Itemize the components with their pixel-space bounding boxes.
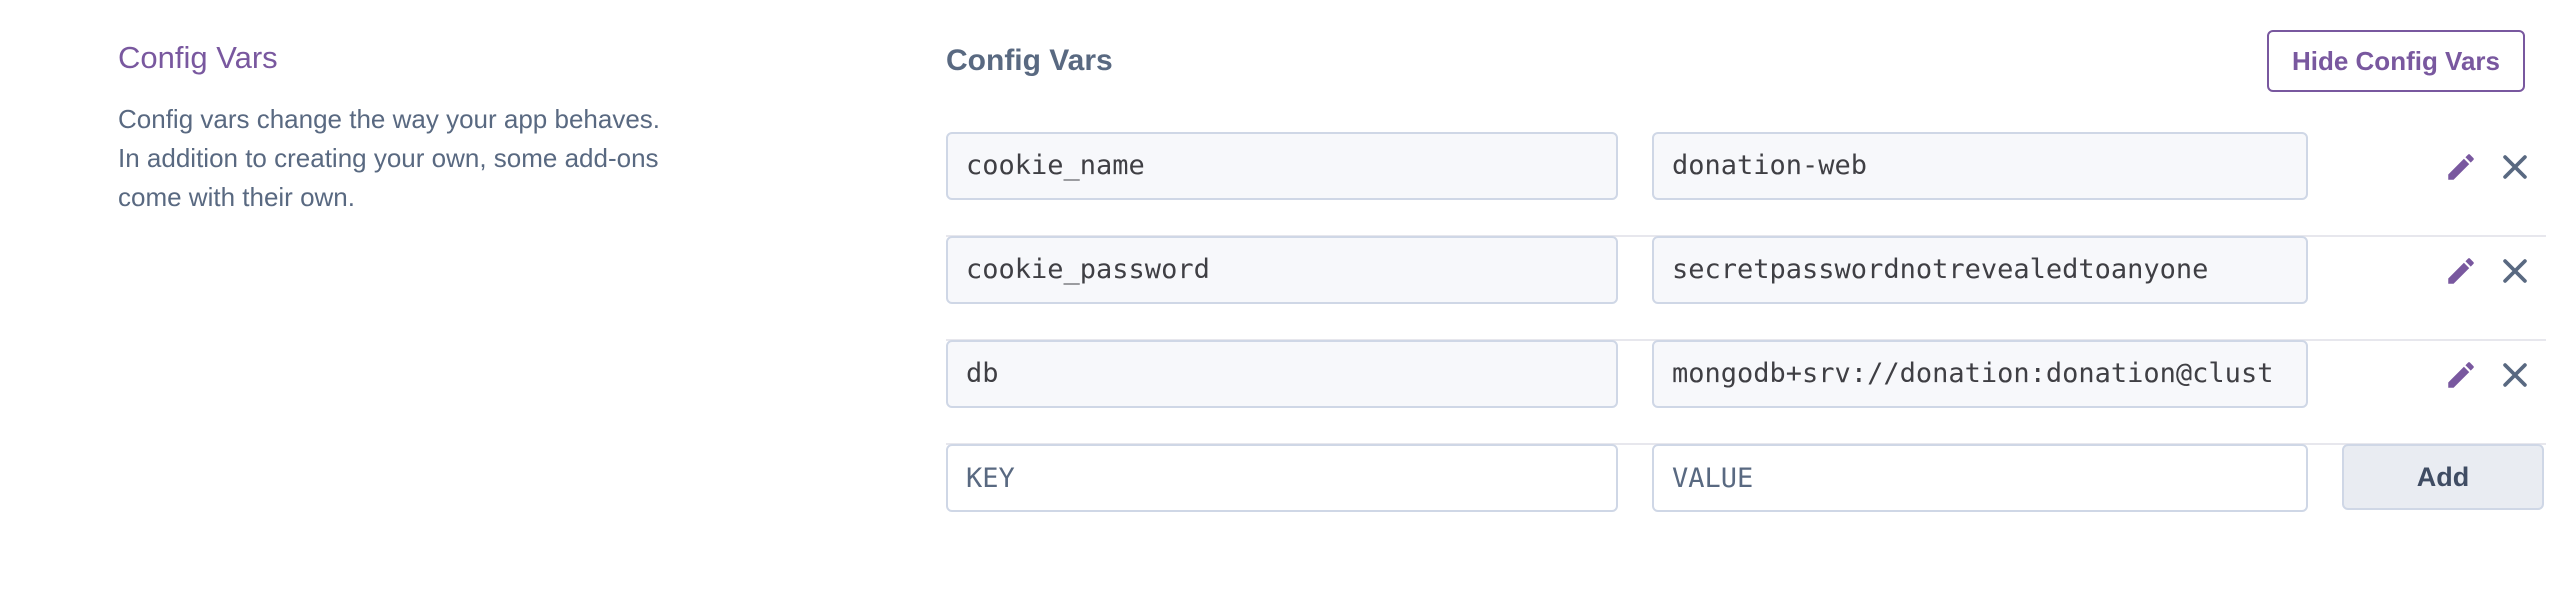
close-icon[interactable] [2498, 254, 2532, 288]
config-var-value[interactable]: mongodb+srv://donation:donation@clust [1652, 340, 2308, 408]
new-config-var-row: Add [946, 444, 2546, 547]
config-var-key[interactable]: cookie_name [946, 132, 1618, 200]
config-var-key[interactable]: db [946, 340, 1618, 408]
section-info: Config Vars Config vars change the way y… [118, 40, 718, 217]
config-var-value[interactable]: secretpasswordnotrevealedtoanyone [1652, 236, 2308, 304]
config-vars-settings: Config Vars Config vars change the way y… [0, 0, 2554, 592]
panel-title: Config Vars [946, 44, 1113, 77]
config-var-value[interactable]: donation-web [1652, 132, 2308, 200]
config-var-row: db mongodb+srv://donation:donation@clust [946, 340, 2546, 445]
new-key-input[interactable] [946, 444, 1618, 512]
config-var-row: cookie_password secretpasswordnotreveale… [946, 236, 2546, 341]
new-value-input[interactable] [1652, 444, 2308, 512]
config-var-row: cookie_name donation-web [946, 132, 2546, 237]
config-var-key[interactable]: cookie_password [946, 236, 1618, 304]
pencil-icon[interactable] [2444, 254, 2478, 288]
pencil-icon[interactable] [2444, 358, 2478, 392]
section-description: Config vars change the way your app beha… [118, 104, 661, 212]
section-title: Config Vars [118, 40, 278, 75]
add-config-var-button[interactable]: Add [2342, 444, 2544, 510]
close-icon[interactable] [2498, 358, 2532, 392]
pencil-icon[interactable] [2444, 150, 2478, 184]
hide-config-vars-button[interactable]: Hide Config Vars [2267, 30, 2525, 92]
close-icon[interactable] [2498, 150, 2532, 184]
